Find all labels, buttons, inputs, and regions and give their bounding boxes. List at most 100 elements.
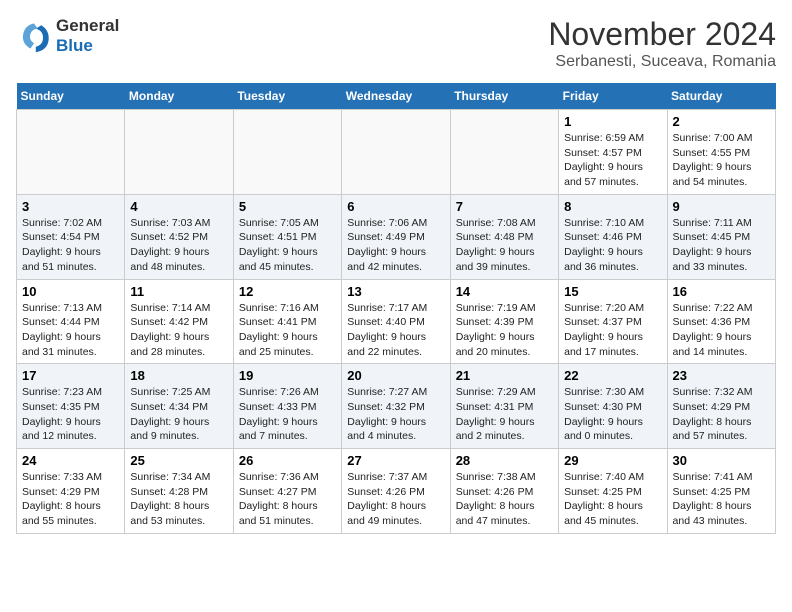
day-number: 3 <box>22 199 119 214</box>
day-info: Sunrise: 7:33 AM Sunset: 4:29 PM Dayligh… <box>22 470 119 529</box>
day-number: 4 <box>130 199 227 214</box>
calendar-cell: 21 Sunrise: 7:29 AM Sunset: 4:31 PM Dayli… <box>450 364 558 449</box>
day-number: 6 <box>347 199 444 214</box>
calendar-cell: 28 Sunrise: 7:38 AM Sunset: 4:26 PM Dayli… <box>450 449 558 534</box>
weekday-header-sunday: Sunday <box>17 83 125 110</box>
calendar-cell: 8 Sunrise: 7:10 AM Sunset: 4:46 PM Daylig… <box>559 194 667 279</box>
day-number: 17 <box>22 368 119 383</box>
day-info: Sunrise: 7:14 AM Sunset: 4:42 PM Dayligh… <box>130 301 227 360</box>
day-info: Sunrise: 7:10 AM Sunset: 4:46 PM Dayligh… <box>564 216 661 275</box>
day-info: Sunrise: 7:06 AM Sunset: 4:49 PM Dayligh… <box>347 216 444 275</box>
day-info: Sunrise: 7:23 AM Sunset: 4:35 PM Dayligh… <box>22 385 119 444</box>
day-number: 14 <box>456 284 553 299</box>
day-info: Sunrise: 7:11 AM Sunset: 4:45 PM Dayligh… <box>673 216 770 275</box>
logo-icon <box>16 18 52 54</box>
day-number: 28 <box>456 453 553 468</box>
calendar-cell: 19Sunrise: 7:26 AM Sunset: 4:33 PM Dayli… <box>233 364 341 449</box>
calendar-cell: 25Sunrise: 7:34 AM Sunset: 4:28 PM Dayli… <box>125 449 233 534</box>
day-info: Sunrise: 7:36 AM Sunset: 4:27 PM Dayligh… <box>239 470 336 529</box>
calendar-week-3: 10 Sunrise: 7:13 AM Sunset: 4:44 PM Dayli… <box>17 279 776 364</box>
calendar-cell <box>342 110 450 195</box>
calendar-cell: 30 Sunrise: 7:41 AM Sunset: 4:25 PM Dayli… <box>667 449 775 534</box>
day-info: Sunrise: 7:38 AM Sunset: 4:26 PM Dayligh… <box>456 470 553 529</box>
day-number: 20 <box>347 368 444 383</box>
day-number: 18 <box>130 368 227 383</box>
calendar-cell: 3Sunrise: 7:02 AM Sunset: 4:54 PM Daylig… <box>17 194 125 279</box>
day-number: 21 <box>456 368 553 383</box>
calendar-cell: 14 Sunrise: 7:19 AM Sunset: 4:39 PM Dayli… <box>450 279 558 364</box>
calendar-table: SundayMondayTuesdayWednesdayThursdayFrid… <box>16 83 776 534</box>
day-number: 10 <box>22 284 119 299</box>
calendar-cell: 2Sunrise: 7:00 AM Sunset: 4:55 PM Daylig… <box>667 110 775 195</box>
weekday-header-tuesday: Tuesday <box>233 83 341 110</box>
calendar-cell: 11Sunrise: 7:14 AM Sunset: 4:42 PM Dayli… <box>125 279 233 364</box>
day-info: Sunrise: 6:59 AM Sunset: 4:57 PM Dayligh… <box>564 131 661 190</box>
weekday-header-monday: Monday <box>125 83 233 110</box>
day-number: 25 <box>130 453 227 468</box>
day-number: 30 <box>673 453 770 468</box>
calendar-title: November 2024 Serbanesti, Suceava, Roman… <box>548 16 776 71</box>
day-info: Sunrise: 7:08 AM Sunset: 4:48 PM Dayligh… <box>456 216 553 275</box>
weekday-header-saturday: Saturday <box>667 83 775 110</box>
calendar-week-4: 17 Sunrise: 7:23 AM Sunset: 4:35 PM Dayli… <box>17 364 776 449</box>
calendar-cell: 18 Sunrise: 7:25 AM Sunset: 4:34 PM Dayli… <box>125 364 233 449</box>
day-info: Sunrise: 7:17 AM Sunset: 4:40 PM Dayligh… <box>347 301 444 360</box>
day-number: 15 <box>564 284 661 299</box>
day-number: 16 <box>673 284 770 299</box>
page-header: General Blue November 2024 Serbanesti, S… <box>16 16 776 71</box>
calendar-cell: 7 Sunrise: 7:08 AM Sunset: 4:48 PM Daylig… <box>450 194 558 279</box>
day-number: 9 <box>673 199 770 214</box>
day-number: 29 <box>564 453 661 468</box>
day-number: 23 <box>673 368 770 383</box>
calendar-cell: 13Sunrise: 7:17 AM Sunset: 4:40 PM Dayli… <box>342 279 450 364</box>
logo: General Blue <box>16 16 119 56</box>
day-info: Sunrise: 7:00 AM Sunset: 4:55 PM Dayligh… <box>673 131 770 190</box>
weekday-header-friday: Friday <box>559 83 667 110</box>
day-info: Sunrise: 7:20 AM Sunset: 4:37 PM Dayligh… <box>564 301 661 360</box>
weekday-header-wednesday: Wednesday <box>342 83 450 110</box>
calendar-cell: 23Sunrise: 7:32 AM Sunset: 4:29 PM Dayli… <box>667 364 775 449</box>
calendar-cell: 5 Sunrise: 7:05 AM Sunset: 4:51 PM Daylig… <box>233 194 341 279</box>
calendar-cell <box>450 110 558 195</box>
day-number: 26 <box>239 453 336 468</box>
calendar-cell: 27Sunrise: 7:37 AM Sunset: 4:26 PM Dayli… <box>342 449 450 534</box>
day-info: Sunrise: 7:16 AM Sunset: 4:41 PM Dayligh… <box>239 301 336 360</box>
day-number: 22 <box>564 368 661 383</box>
day-info: Sunrise: 7:40 AM Sunset: 4:25 PM Dayligh… <box>564 470 661 529</box>
calendar-cell: 26 Sunrise: 7:36 AM Sunset: 4:27 PM Dayli… <box>233 449 341 534</box>
day-info: Sunrise: 7:03 AM Sunset: 4:52 PM Dayligh… <box>130 216 227 275</box>
calendar-cell: 15 Sunrise: 7:20 AM Sunset: 4:37 PM Dayli… <box>559 279 667 364</box>
day-info: Sunrise: 7:30 AM Sunset: 4:30 PM Dayligh… <box>564 385 661 444</box>
calendar-cell: 10 Sunrise: 7:13 AM Sunset: 4:44 PM Dayli… <box>17 279 125 364</box>
day-info: Sunrise: 7:19 AM Sunset: 4:39 PM Dayligh… <box>456 301 553 360</box>
day-info: Sunrise: 7:29 AM Sunset: 4:31 PM Dayligh… <box>456 385 553 444</box>
day-number: 19 <box>239 368 336 383</box>
day-number: 8 <box>564 199 661 214</box>
day-number: 12 <box>239 284 336 299</box>
month-year: November 2024 <box>548 16 776 53</box>
day-number: 27 <box>347 453 444 468</box>
logo-text: General Blue <box>56 16 119 56</box>
calendar-cell: 17 Sunrise: 7:23 AM Sunset: 4:35 PM Dayli… <box>17 364 125 449</box>
location: Serbanesti, Suceava, Romania <box>548 53 776 71</box>
calendar-cell: 22 Sunrise: 7:30 AM Sunset: 4:30 PM Dayli… <box>559 364 667 449</box>
day-number: 5 <box>239 199 336 214</box>
day-number: 7 <box>456 199 553 214</box>
calendar-week-5: 24 Sunrise: 7:33 AM Sunset: 4:29 PM Dayli… <box>17 449 776 534</box>
day-info: Sunrise: 7:41 AM Sunset: 4:25 PM Dayligh… <box>673 470 770 529</box>
day-info: Sunrise: 7:05 AM Sunset: 4:51 PM Dayligh… <box>239 216 336 275</box>
calendar-cell: 6 Sunrise: 7:06 AM Sunset: 4:49 PM Daylig… <box>342 194 450 279</box>
calendar-cell: 1 Sunrise: 6:59 AM Sunset: 4:57 PM Daylig… <box>559 110 667 195</box>
calendar-cell <box>233 110 341 195</box>
calendar-cell <box>125 110 233 195</box>
day-info: Sunrise: 7:25 AM Sunset: 4:34 PM Dayligh… <box>130 385 227 444</box>
calendar-cell: 16Sunrise: 7:22 AM Sunset: 4:36 PM Dayli… <box>667 279 775 364</box>
day-info: Sunrise: 7:13 AM Sunset: 4:44 PM Dayligh… <box>22 301 119 360</box>
calendar-cell: 29 Sunrise: 7:40 AM Sunset: 4:25 PM Dayli… <box>559 449 667 534</box>
calendar-week-1: 1 Sunrise: 6:59 AM Sunset: 4:57 PM Daylig… <box>17 110 776 195</box>
calendar-cell: 12 Sunrise: 7:16 AM Sunset: 4:41 PM Dayli… <box>233 279 341 364</box>
calendar-cell <box>17 110 125 195</box>
day-number: 1 <box>564 114 661 129</box>
calendar-cell: 24 Sunrise: 7:33 AM Sunset: 4:29 PM Dayli… <box>17 449 125 534</box>
day-number: 24 <box>22 453 119 468</box>
